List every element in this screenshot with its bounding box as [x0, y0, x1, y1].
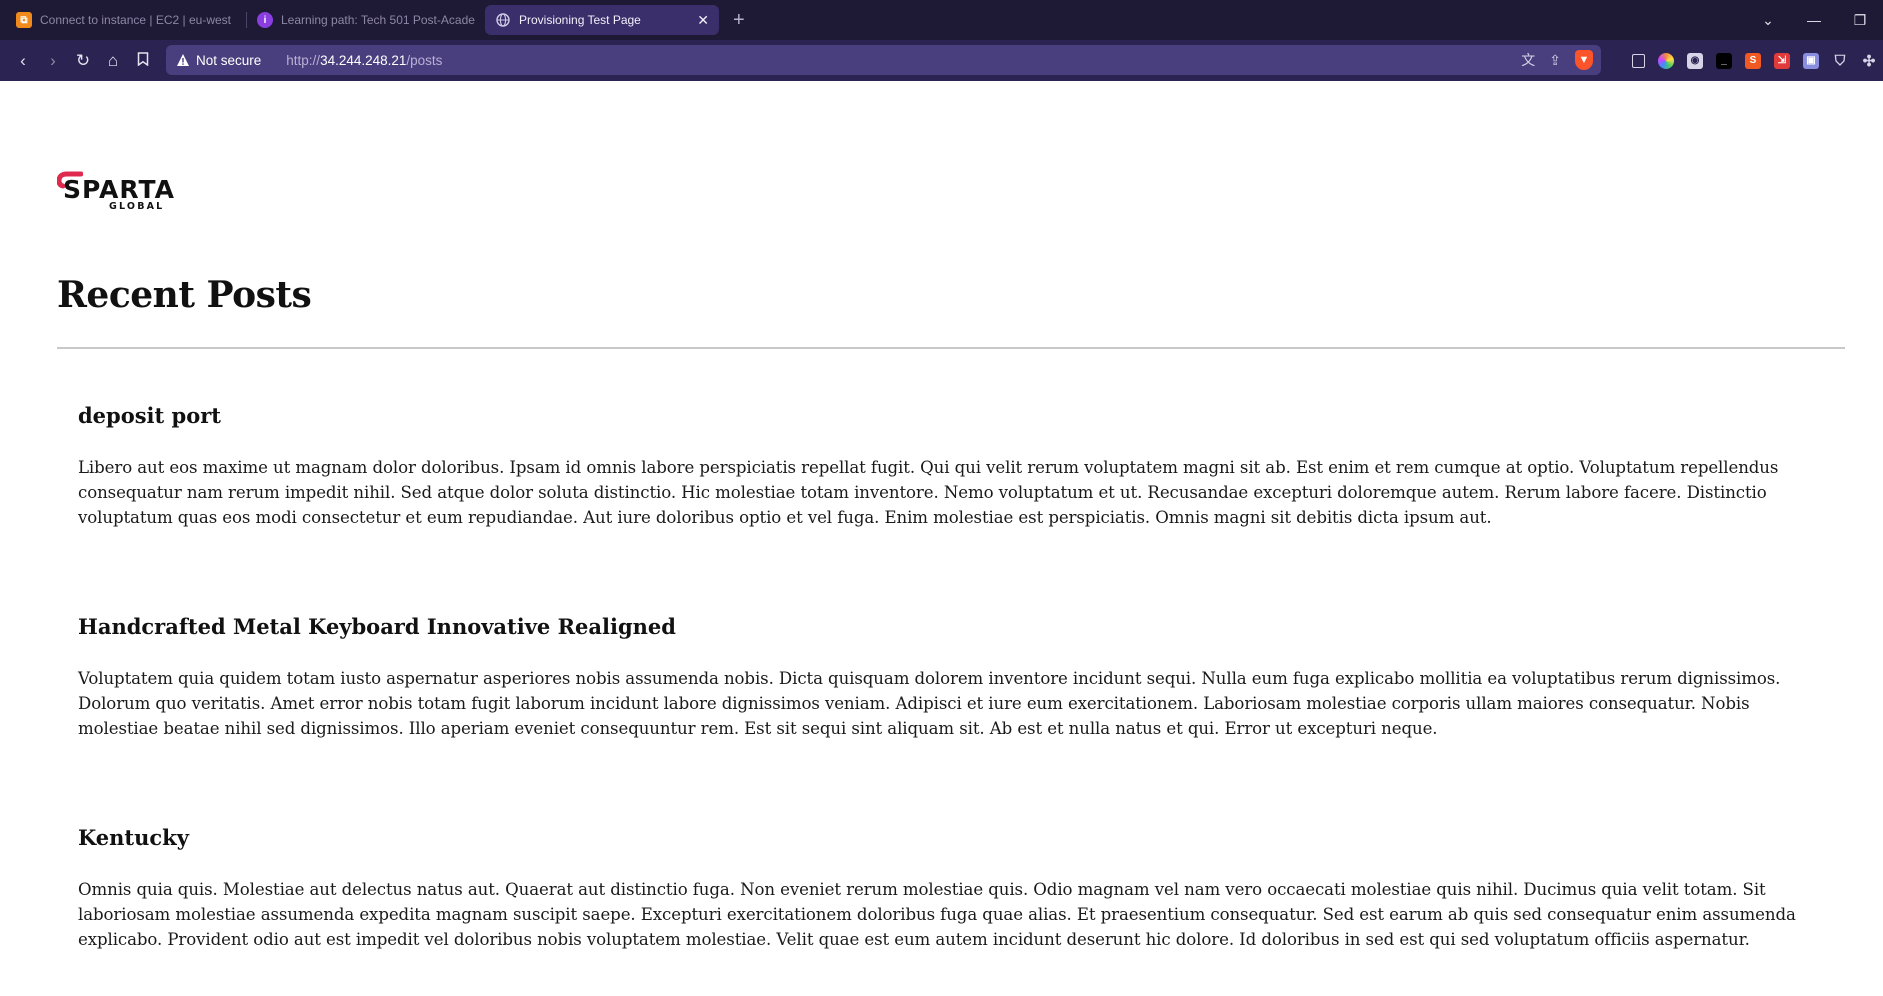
extensions-area: ◉ _ S ⇲ ▣ ⛉ ✣: [1632, 40, 1877, 81]
close-tab-icon[interactable]: ✕: [697, 12, 709, 29]
shield-extension-icon[interactable]: ⛉: [1832, 52, 1848, 69]
bookmark-icon[interactable]: [128, 51, 158, 71]
page-content: SPARTA GLOBAL Recent Posts deposit port …: [0, 81, 1883, 996]
not-secure-label: Not secure: [196, 52, 262, 68]
url-host: 34.244.248.21: [320, 52, 407, 68]
share-icon[interactable]: ⇪: [1549, 52, 1561, 69]
page-title: Recent Posts: [57, 274, 312, 316]
post-item: deposit port Libero aut eos maxime ut ma…: [78, 403, 1818, 530]
post-title: Kentucky: [78, 825, 189, 850]
address-bar[interactable]: Not secure http://34.244.248.21/posts 文 …: [166, 45, 1601, 75]
learning-icon: i: [257, 12, 273, 28]
tab-ec2-connect[interactable]: ⧉ Connect to instance | EC2 | eu-west: [6, 5, 246, 35]
tab-title: Connect to instance | EC2 | eu-west: [40, 13, 231, 27]
window-controls: ⌄ — ❐: [1745, 0, 1883, 40]
terminal-extension-icon[interactable]: _: [1716, 52, 1732, 69]
address-bar-actions: 文 ⇪ ▼: [1521, 45, 1593, 75]
security-indicator[interactable]: Not secure: [176, 53, 261, 68]
globe-icon: [495, 12, 511, 28]
color-picker-extension-icon[interactable]: [1658, 52, 1674, 69]
post-body: Omnis quia quis. Molestiae aut delectus …: [78, 880, 1796, 949]
title-divider: [57, 347, 1845, 349]
tab-provisioning-test-page[interactable]: Provisioning Test Page ✕: [485, 5, 719, 35]
warning-icon: [177, 54, 189, 66]
pdf-extension-icon[interactable]: ⇲: [1774, 52, 1790, 69]
tab-learning-path[interactable]: i Learning path: Tech 501 Post-Acade: [247, 5, 485, 35]
restore-icon[interactable]: ❐: [1837, 12, 1883, 29]
tab-title: Provisioning Test Page: [519, 13, 641, 27]
logo-subtitle: GLOBAL: [109, 201, 165, 212]
extensions-puzzle-icon[interactable]: ✣: [1861, 53, 1877, 70]
post-item: Handcrafted Metal Keyboard Innovative Re…: [78, 614, 1818, 741]
url-text[interactable]: http://34.244.248.21/posts: [286, 53, 442, 68]
post-title: Handcrafted Metal Keyboard Innovative Re…: [78, 614, 676, 639]
minimize-icon[interactable]: —: [1791, 12, 1837, 28]
brave-shields-icon[interactable]: ▼: [1575, 50, 1593, 70]
translate-icon[interactable]: 文: [1521, 50, 1535, 70]
browser-toolbar: ‹ › ↻ ⌂ Not secure http://34.244.248.21/…: [0, 40, 1883, 82]
post-title: deposit port: [78, 403, 222, 428]
logo-wordmark: SPARTA: [63, 175, 175, 204]
tab-strip: ⧉ Connect to instance | EC2 | eu-west i …: [0, 0, 1883, 40]
url-path: /posts: [406, 52, 443, 68]
screenshot-extension-icon[interactable]: ▣: [1803, 52, 1819, 69]
sparta-global-logo[interactable]: SPARTA GLOBAL: [57, 169, 174, 215]
new-tab-icon[interactable]: +: [733, 9, 745, 32]
tab-title: Learning path: Tech 501 Post-Acade: [281, 13, 475, 27]
back-icon[interactable]: ‹: [8, 51, 38, 71]
reload-icon[interactable]: ↻: [68, 51, 98, 71]
forward-icon[interactable]: ›: [38, 51, 68, 71]
s-extension-icon[interactable]: S: [1745, 52, 1761, 69]
aws-icon: ⧉: [16, 12, 32, 28]
home-icon[interactable]: ⌂: [98, 51, 128, 71]
url-prefix: http://: [286, 52, 321, 68]
wallet-icon[interactable]: [1632, 53, 1645, 68]
post-body: Voluptatem quia quidem totam iusto asper…: [78, 669, 1781, 738]
camera-extension-icon[interactable]: ◉: [1687, 52, 1703, 69]
post-body: Libero aut eos maxime ut magnam dolor do…: [78, 458, 1779, 527]
tab-search-chevron-icon[interactable]: ⌄: [1745, 12, 1791, 29]
post-item: Kentucky Omnis quia quis. Molestiae aut …: [78, 825, 1818, 952]
